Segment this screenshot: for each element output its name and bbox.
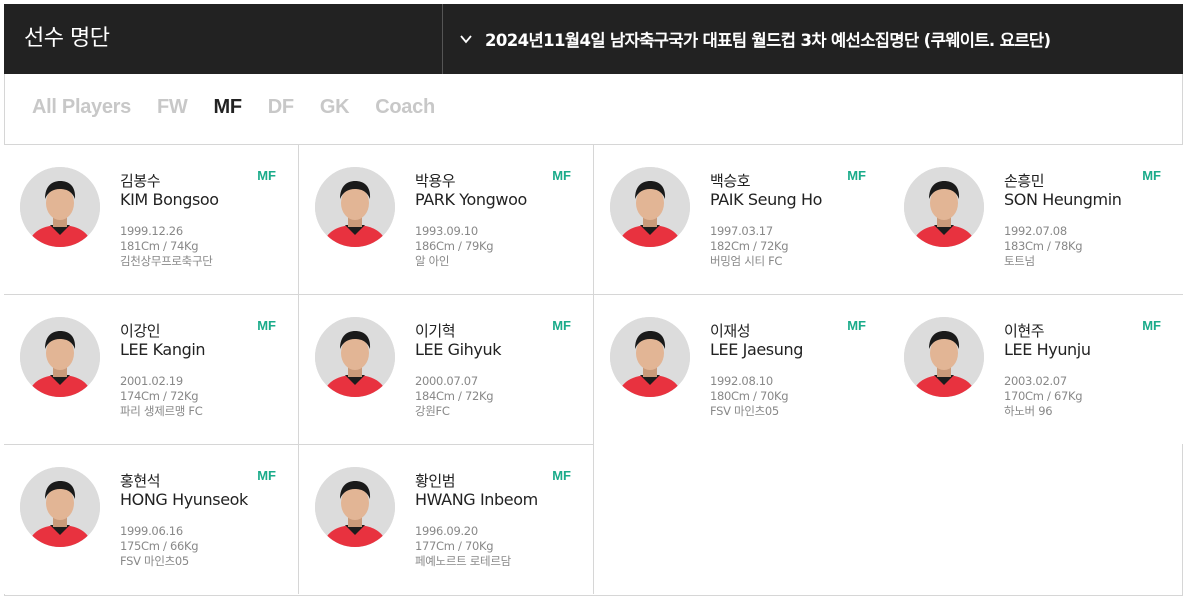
player-photo	[20, 467, 100, 547]
player-card[interactable]: 이강인 MF LEE Kangin 2001.02.19 174Cm / 72Kg 파리 …	[4, 294, 299, 444]
player-birthdate: 1996.09.20	[415, 524, 478, 538]
position-badge: MF	[552, 318, 571, 333]
tab-coach[interactable]: Coach	[375, 96, 435, 119]
player-card[interactable]: 이현주 MF LEE Hyunju 2003.02.07 170Cm / 67Kg 하노버…	[888, 294, 1183, 444]
player-height-weight: 186Cm / 79Kg	[415, 239, 494, 253]
player-card[interactable]: 이재성 MF LEE Jaesung 1992.08.10 180Cm / 70Kg FS…	[594, 294, 889, 444]
player-height-weight: 177Cm / 70Kg	[415, 539, 494, 553]
player-name-kr: 이재성	[710, 322, 751, 340]
player-birthdate: 2001.02.19	[120, 374, 183, 388]
player-photo	[904, 167, 984, 247]
player-card[interactable]: 이기혁 MF LEE Gihyuk 2000.07.07 184Cm / 72Kg 강원F…	[299, 294, 594, 444]
player-club: 강원FC	[415, 404, 450, 418]
player-name-kr: 황인범	[415, 472, 456, 490]
player-name-kr: 이기혁	[415, 322, 456, 340]
player-card[interactable]: 박용우 MF PARK Yongwoo 1993.09.10 186Cm / 79Kg 알…	[299, 144, 594, 294]
player-card[interactable]: 홍현석 MF HONG Hyunseok 1999.06.16 175Cm / 66Kg…	[4, 444, 299, 594]
player-photo	[20, 167, 100, 247]
player-name-en: HWANG Inbeom	[415, 490, 538, 509]
player-height-weight: 180Cm / 70Kg	[710, 389, 789, 403]
player-club: FSV 마인츠05	[710, 404, 779, 418]
player-name-en: LEE Jaesung	[710, 340, 803, 359]
player-name-kr: 홍현석	[120, 472, 161, 490]
player-name-kr: 박용우	[415, 172, 456, 190]
player-name-en: HONG Hyunseok	[120, 490, 248, 509]
player-photo	[610, 167, 690, 247]
position-badge: MF	[552, 168, 571, 183]
player-card[interactable]: 백승호 MF PAIK Seung Ho 1997.03.17 182Cm / 72Kg…	[594, 144, 889, 294]
player-photo	[904, 317, 984, 397]
player-birthdate: 1992.08.10	[710, 374, 773, 388]
tab-all-players[interactable]: All Players	[32, 96, 131, 119]
player-club: 페예노르트 로테르담	[415, 554, 511, 568]
player-name-kr: 손흥민	[1004, 172, 1045, 190]
position-badge: MF	[847, 318, 866, 333]
player-birthdate: 1997.03.17	[710, 224, 773, 238]
player-height-weight: 175Cm / 66Kg	[120, 539, 199, 553]
player-name-en: PAIK Seung Ho	[710, 190, 823, 209]
player-birthdate: 1999.12.26	[120, 224, 183, 238]
player-birthdate: 1993.09.10	[415, 224, 478, 238]
squad-select-label: 2024년11월4일 남자축구국가 대표팀 월드컵 3차 예선소집명단 (쿠웨이…	[485, 31, 1051, 50]
position-badge: MF	[1142, 318, 1161, 333]
player-birthdate: 2000.07.07	[415, 374, 478, 388]
player-name-en: KIM Bongsoo	[120, 190, 219, 209]
tab-mf[interactable]: MF	[214, 96, 243, 119]
chevron-down-icon	[459, 32, 473, 46]
page-header: 선수 명단 2024년11월4일 남자축구국가 대표팀 월드컵 3차 예선소집명…	[4, 4, 1183, 74]
tab-gk[interactable]: GK	[320, 96, 350, 119]
player-club: 토트넘	[1004, 254, 1035, 268]
player-height-weight: 170Cm / 67Kg	[1004, 389, 1083, 403]
player-height-weight: 184Cm / 72Kg	[415, 389, 494, 403]
player-photo	[315, 167, 395, 247]
player-name-en: SON Heungmin	[1004, 190, 1122, 209]
player-club: 파리 생제르맹 FC	[120, 404, 203, 418]
position-filter-tabs: All Players FW MF DF GK Coach	[32, 96, 461, 119]
position-badge: MF	[257, 468, 276, 483]
tab-fw[interactable]: FW	[157, 96, 188, 119]
player-club: FSV 마인츠05	[120, 554, 189, 568]
player-name-en: PARK Yongwoo	[415, 190, 527, 209]
player-club: 김천상무프로축구단	[120, 254, 213, 268]
player-birthdate: 1992.07.08	[1004, 224, 1067, 238]
player-birthdate: 2003.02.07	[1004, 374, 1067, 388]
player-name-kr: 김봉수	[120, 172, 161, 190]
player-card[interactable]: 김봉수 MF KIM Bongsoo 1999.12.26 181Cm / 74Kg 김천…	[4, 144, 299, 294]
player-club: 버밍엄 시티 FC	[710, 254, 783, 268]
player-height-weight: 181Cm / 74Kg	[120, 239, 199, 253]
player-name-kr: 이강인	[120, 322, 161, 340]
page-title: 선수 명단	[24, 26, 110, 51]
player-name-kr: 백승호	[710, 172, 751, 190]
player-photo	[20, 317, 100, 397]
position-badge: MF	[1142, 168, 1161, 183]
position-badge: MF	[257, 318, 276, 333]
player-name-en: LEE Gihyuk	[415, 340, 502, 359]
player-club: 하노버 96	[1004, 404, 1053, 418]
player-name-kr: 이현주	[1004, 322, 1045, 340]
player-height-weight: 182Cm / 72Kg	[710, 239, 789, 253]
player-photo	[315, 317, 395, 397]
player-height-weight: 183Cm / 78Kg	[1004, 239, 1083, 253]
player-height-weight: 174Cm / 72Kg	[120, 389, 199, 403]
tab-df[interactable]: DF	[268, 96, 294, 119]
player-card[interactable]: 황인범 MF HWANG Inbeom 1996.09.20 177Cm / 70Kg 페…	[299, 444, 594, 594]
position-badge: MF	[847, 168, 866, 183]
player-photo	[610, 317, 690, 397]
player-card[interactable]: 손흥민 MF SON Heungmin 1992.07.08 183Cm / 78Kg 토…	[888, 144, 1183, 294]
position-badge: MF	[257, 168, 276, 183]
player-birthdate: 1999.06.16	[120, 524, 183, 538]
squad-select-dropdown[interactable]: 2024년11월4일 남자축구국가 대표팀 월드컵 3차 예선소집명단 (쿠웨이…	[443, 4, 1183, 74]
player-name-en: LEE Hyunju	[1004, 340, 1091, 359]
player-grid: 김봉수 MF KIM Bongsoo 1999.12.26 181Cm / 74Kg 김천…	[4, 144, 1183, 595]
player-name-en: LEE Kangin	[120, 340, 206, 359]
player-photo	[315, 467, 395, 547]
position-badge: MF	[552, 468, 571, 483]
player-club: 알 아인	[415, 254, 450, 268]
